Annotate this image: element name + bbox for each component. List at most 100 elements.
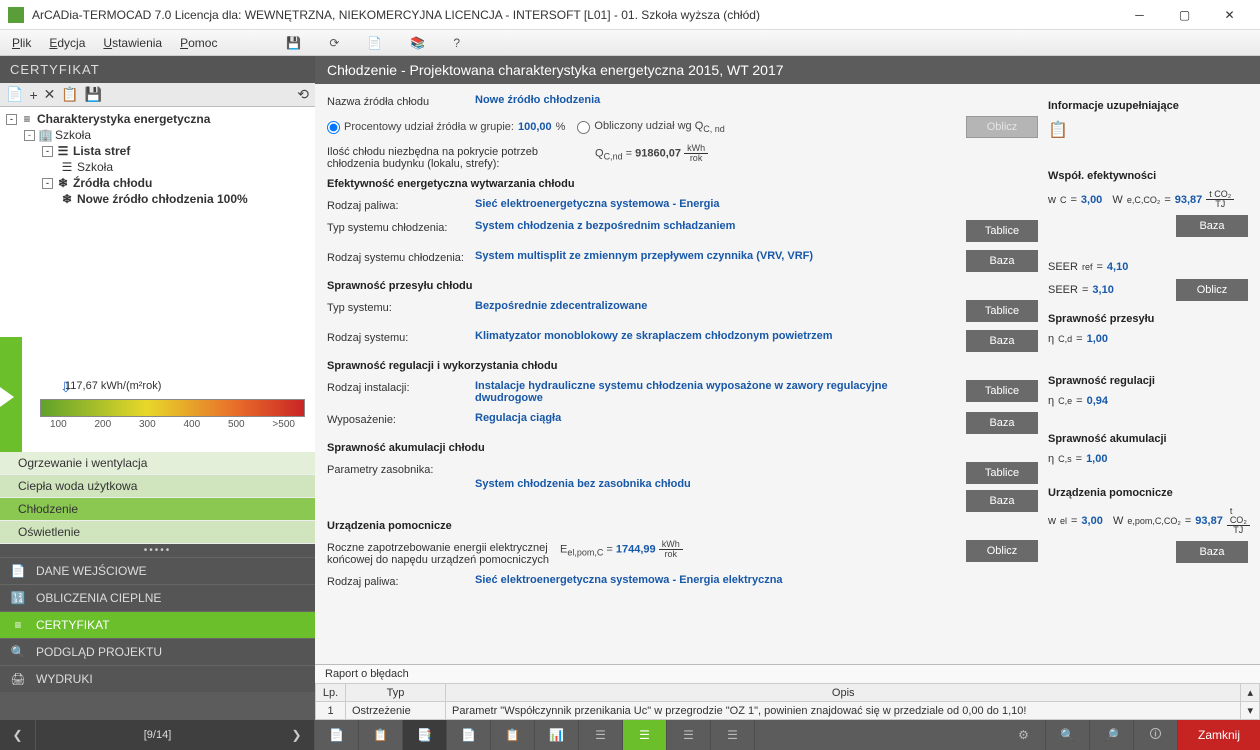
disk-icon[interactable]: 💾 (85, 86, 102, 103)
info-icon[interactable]: 📋 (1048, 120, 1248, 140)
toolbar-icon-3[interactable]: 📄 (367, 36, 382, 50)
value-rodzaj-paliwa[interactable]: Sieć elektroenergetyczna systemowa - Ene… (475, 198, 1038, 210)
nav-podglad[interactable]: 🔍PODGLĄD PROJEKTU (0, 638, 315, 665)
tree-root[interactable]: -≡Charakterystyka energetyczna (6, 111, 309, 127)
button-oblicz-1: Oblicz (966, 116, 1038, 138)
cat-ciepla-woda[interactable]: Ciepła woda użytkowa (0, 475, 315, 498)
button-tablice-3[interactable]: Tablice (966, 380, 1038, 402)
label-rodzaj-sys-ch: Rodzaj systemu chłodzenia: (327, 250, 467, 264)
app-logo-icon (8, 7, 24, 23)
toolbar-icon-4[interactable]: 📚 (410, 36, 425, 50)
error-scroll-up-icon[interactable]: ▴ (1241, 684, 1260, 702)
copy-icon[interactable]: 📋 (61, 86, 78, 103)
nav-obliczenia[interactable]: 🔢OBLICZENIA CIEPLNE (0, 584, 315, 611)
category-list: Ogrzewanie i wentylacja Ciepła woda użyt… (0, 452, 315, 544)
tool-icon-5[interactable]: 📋 (491, 720, 535, 750)
label-rodzaj-paliwa: Rodzaj paliwa: (327, 198, 467, 212)
nav-wydruki[interactable]: 🖨WYDRUKI (0, 665, 315, 692)
close-app-button[interactable]: Zamknij (1178, 720, 1260, 750)
cat-ogrzewanie[interactable]: Ogrzewanie i wentylacja (0, 452, 315, 475)
label-procentowy: Procentowy udział źródła w grupie: (344, 121, 514, 133)
tree-szkola[interactable]: -🏢Szkoła (6, 127, 309, 143)
side-wc: wC = 3,00 We,C,CO₂ = 93,87 t CO₂TJ (1048, 190, 1248, 209)
tool-find-icon[interactable]: 🔎 (1090, 720, 1134, 750)
status-nav: ❮ [9/14] ❯ (0, 720, 315, 750)
save-icon[interactable]: 💾 (286, 36, 301, 50)
tool-icon-7[interactable]: ☰ (579, 720, 623, 750)
value-rodzaj-sys-ch[interactable]: System multisplit ze zmiennym przepływem… (475, 250, 958, 262)
side-btn-baza-1[interactable]: Baza (1176, 215, 1248, 237)
side-btn-baza-2[interactable]: Baza (1176, 541, 1248, 563)
button-baza-1[interactable]: Baza (966, 250, 1038, 272)
side-urzadzenia-head: Urządzenia pomocnicze (1048, 487, 1248, 499)
nav-prev-button[interactable]: ❮ (0, 720, 36, 750)
menu-pomoc[interactable]: Pomoc (180, 36, 217, 50)
value-param-zasob[interactable]: System chłodzenia bez zasobnika chłodu (475, 462, 958, 490)
value-wyposazenie[interactable]: Regulacja ciągła (475, 412, 958, 424)
cat-oswietlenie[interactable]: Oświetlenie (0, 521, 315, 544)
tree-lista-stref[interactable]: -☰Lista stref (6, 143, 309, 159)
energy-gauge: ⇩ 117,67 kWh/(m²rok) 100200300400500>500 (0, 377, 315, 452)
label-wyposazenie: Wyposażenie: (327, 412, 467, 426)
button-baza-4[interactable]: Baza (966, 490, 1038, 512)
value-typ-sys[interactable]: Bezpośrednie zdecentralizowane (475, 300, 958, 312)
add-icon[interactable]: + (29, 87, 37, 103)
value-procent: 100,00 (518, 121, 552, 133)
cat-chlodzenie[interactable]: Chłodzenie (0, 498, 315, 521)
add-page-icon[interactable]: 📄 (6, 86, 23, 103)
button-tablice-1[interactable]: Tablice (966, 220, 1038, 242)
value-rodzaj-sys[interactable]: Klimatyzator monoblokowy ze skraplaczem … (475, 330, 958, 342)
tool-search-icon[interactable]: 🔍 (1046, 720, 1090, 750)
button-baza-2[interactable]: Baza (966, 330, 1038, 352)
help-icon[interactable]: ? (453, 36, 460, 50)
tool-icon-2[interactable]: 📋 (359, 720, 403, 750)
value-rodzaj-paliwa2[interactable]: Sieć elektroenergetyczna systemowa - Ene… (475, 574, 1038, 586)
tool-icon-10[interactable]: ☰ (711, 720, 755, 750)
tool-icon-4[interactable]: 📄 (447, 720, 491, 750)
tool-settings-icon[interactable]: ⚙ (1002, 720, 1046, 750)
side-seer-ref: SEERref = 4,10 (1048, 261, 1248, 273)
tree-nowe-zrodlo[interactable]: ❄Nowe źródło chłodzenia 100% (6, 191, 309, 207)
tree-szkola-2[interactable]: ☰Szkoła (6, 159, 309, 175)
calc-icon: 🔢 (10, 591, 26, 605)
side-ncs: ηC,s = 1,00 (1048, 453, 1248, 465)
error-col-lp: Lp. (316, 684, 346, 702)
radio-procentowy[interactable] (327, 121, 340, 134)
nav-next-button[interactable]: ❯ (279, 720, 315, 750)
tool-icon-8[interactable]: ☰ (623, 720, 667, 750)
maximize-button[interactable]: ▢ (1162, 0, 1207, 30)
refresh-icon[interactable]: ⟳ (329, 36, 339, 50)
table-row[interactable]: 1 Ostrzeżenie Parametr "Współczynnik prz… (316, 702, 1260, 720)
menu-ustawienia[interactable]: Ustawienia (103, 36, 162, 50)
error-scroll-down-icon[interactable]: ▾ (1241, 702, 1260, 720)
button-baza-3[interactable]: Baza (966, 412, 1038, 434)
radio-obliczony[interactable] (577, 121, 590, 134)
minimize-button[interactable]: ─ (1117, 0, 1162, 30)
sync-icon[interactable]: ⟲ (297, 86, 309, 103)
tool-help-icon[interactable]: 🛈 (1134, 720, 1178, 750)
left-panel-title: CERTYFIKAT (0, 56, 315, 83)
label-typ-sys: Typ systemu: (327, 300, 467, 314)
qcnd-formula: QC,nd = 91860,07 kWhrok (595, 144, 708, 163)
nav-dane-wejsciowe[interactable]: 📄DANE WEJŚCIOWE (0, 557, 315, 584)
button-oblicz-2[interactable]: Oblicz (966, 540, 1038, 562)
tool-icon-6[interactable]: 📊 (535, 720, 579, 750)
tool-icon-9[interactable]: ☰ (667, 720, 711, 750)
value-typ-sys-ch[interactable]: System chłodzenia z bezpośrednim schładz… (475, 220, 958, 232)
value-nazwa-zrodla[interactable]: Nowe źródło chłodzenia (475, 94, 1038, 106)
label-rodzaj-paliwa2: Rodzaj paliwa: (327, 574, 467, 588)
tool-icon-3[interactable]: 📑 (403, 720, 447, 750)
close-button[interactable]: ✕ (1207, 0, 1252, 30)
menu-edycja[interactable]: Edycja (49, 36, 85, 50)
side-btn-oblicz[interactable]: Oblicz (1176, 279, 1248, 301)
tool-icon-1[interactable]: 📄 (315, 720, 359, 750)
button-tablice-2[interactable]: Tablice (966, 300, 1038, 322)
gauge-value-label: 117,67 kWh/(m²rok) (65, 380, 161, 392)
label-pct: % (556, 121, 566, 133)
delete-icon[interactable]: ✕ (44, 86, 56, 103)
tree-zrodla-chlodu[interactable]: -❄Źródła chłodu (6, 175, 309, 191)
value-rodzaj-instal[interactable]: Instalacje hydrauliczne systemu chłodzen… (475, 380, 958, 404)
menu-plik[interactable]: Plik (12, 36, 31, 50)
button-tablice-4[interactable]: Tablice (966, 462, 1038, 484)
nav-certyfikat[interactable]: ≡CERTYFIKAT (0, 611, 315, 638)
